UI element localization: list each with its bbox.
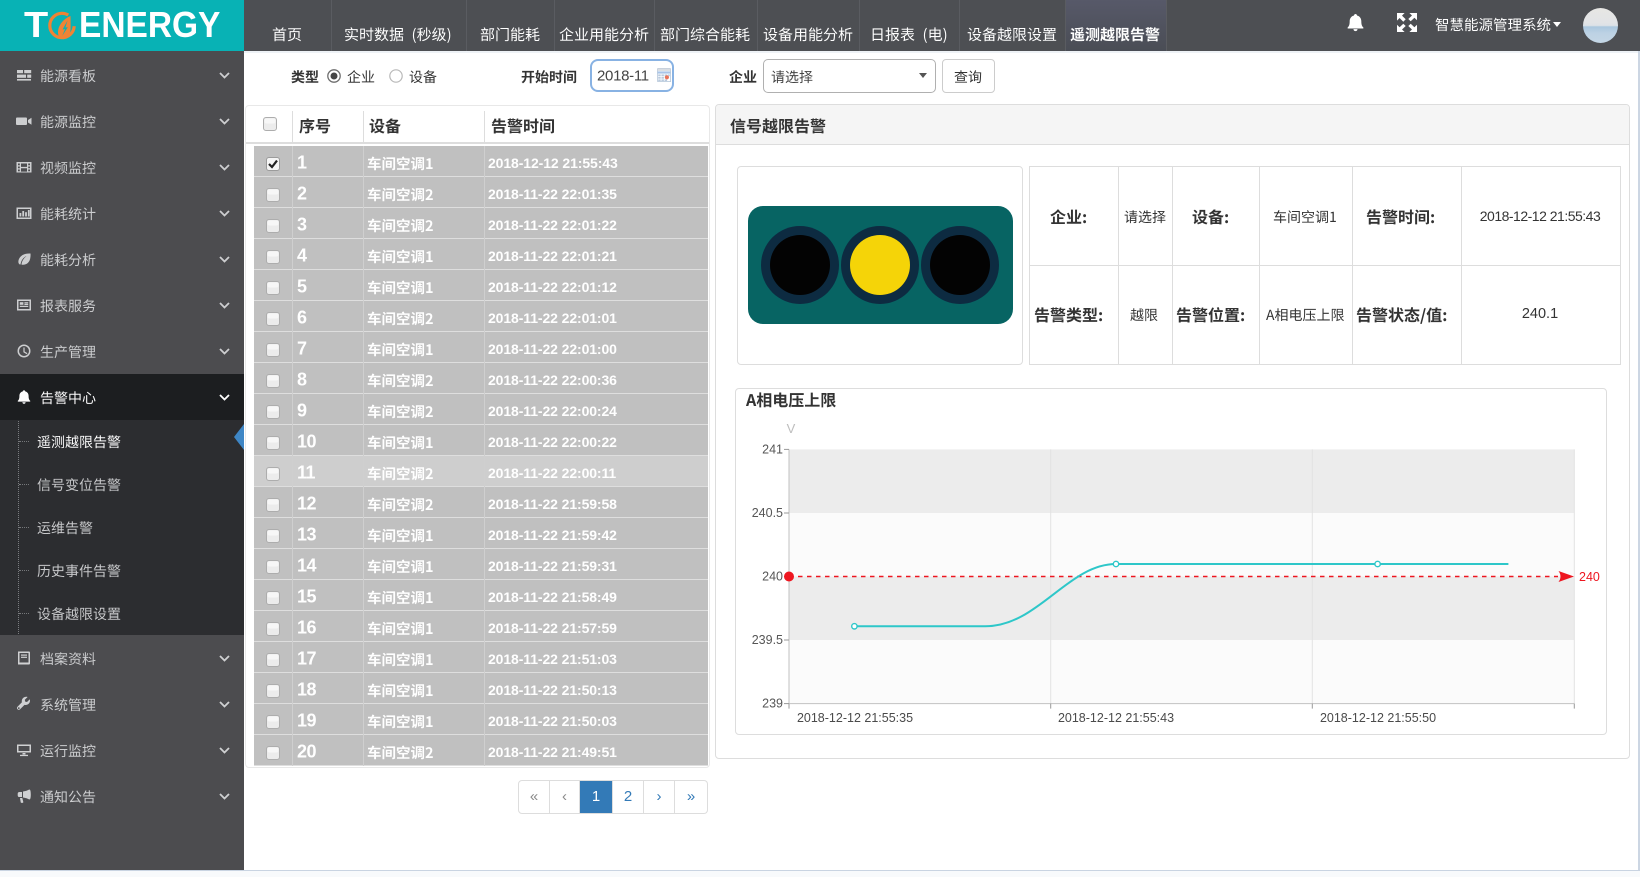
svg-text:240: 240 — [1579, 570, 1600, 584]
svg-text:239.5: 239.5 — [752, 633, 783, 647]
svg-text:2018-12-12 21:55:50: 2018-12-12 21:55:50 — [1320, 711, 1436, 725]
svg-text:240.5: 240.5 — [752, 506, 783, 520]
svg-text:241: 241 — [762, 442, 783, 456]
svg-text:239: 239 — [762, 697, 783, 711]
svg-text:240: 240 — [762, 570, 783, 584]
svg-text:V: V — [787, 421, 796, 436]
svg-text:2018-12-12 21:55:43: 2018-12-12 21:55:43 — [1058, 711, 1174, 725]
svg-text:2018-12-12 21:55:35: 2018-12-12 21:55:35 — [797, 711, 913, 725]
